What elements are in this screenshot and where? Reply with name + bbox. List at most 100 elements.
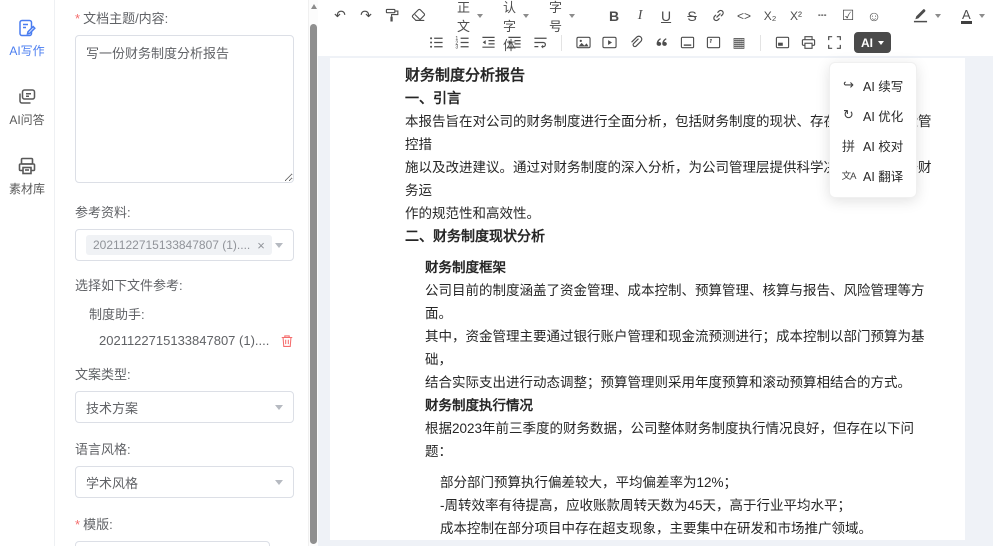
- style-select[interactable]: 学术风格: [75, 466, 294, 498]
- reference-label: 参考资料:: [75, 202, 294, 221]
- ai-proofread-icon: 拼: [841, 136, 856, 155]
- trash-icon[interactable]: [280, 334, 294, 348]
- link-icon[interactable]: [706, 5, 730, 27]
- scrollbar-thumb[interactable]: [310, 24, 317, 544]
- editor-area: ↶↷正文默认字体字号BIUS<>X₂X²┄☑☺A 123▦AI 财务制度分析报告…: [318, 0, 993, 546]
- doc-block-h3: 财务制度框架: [405, 256, 940, 279]
- paragraph-style-select-label: 正文: [457, 0, 470, 35]
- reference-file-chip: 2021122715133847807 (1).... ×: [86, 235, 272, 255]
- sidebar-item-label: 素材库: [9, 180, 45, 197]
- form-panel: *文档主题/内容: 写一份财务制度分析报告 参考资料: 202112271513…: [55, 0, 308, 546]
- inline-code-icon[interactable]: <>: [732, 5, 756, 27]
- scroll-up-icon[interactable]: [310, 4, 318, 9]
- emoji-icon[interactable]: ☺: [862, 5, 886, 27]
- template-label-row: *模版:: [75, 514, 294, 533]
- divider-block-icon[interactable]: [675, 32, 699, 54]
- subscript-icon[interactable]: X₂: [758, 5, 782, 27]
- chip-remove-icon[interactable]: ×: [257, 239, 265, 252]
- font-size-select[interactable]: 字号: [540, 5, 584, 27]
- indent-icon[interactable]: [502, 32, 526, 54]
- menu-item-label: AI 翻译: [863, 166, 903, 185]
- ai-writing-icon: [17, 18, 37, 38]
- format-painter-icon[interactable]: [380, 5, 404, 27]
- chevron-down-icon: [979, 14, 985, 18]
- line-wrap-icon[interactable]: [528, 32, 552, 54]
- app: AI写作 AI问答素材库 *文档主题/内容: 写一份财务制度分析报告 参考资料: …: [0, 0, 993, 546]
- italic-icon[interactable]: I: [628, 5, 652, 27]
- menu-item-label: AI 续写: [863, 76, 903, 95]
- table-icon[interactable]: ▦: [727, 32, 751, 54]
- doc-block-p: 根据2023年前三季度的财务数据，公司整体财务制度执行情况良好，但存在以下问题：: [405, 417, 940, 463]
- menu-item-label: AI 校对: [863, 136, 903, 155]
- svg-text:3: 3: [455, 45, 458, 50]
- ordered-list-icon[interactable]: 123: [450, 32, 474, 54]
- topic-label-row: *文档主题/内容:: [75, 8, 294, 27]
- required-mark: *: [75, 11, 80, 26]
- material-library-icon: [17, 156, 37, 176]
- required-mark: *: [75, 517, 80, 532]
- undo-icon[interactable]: ↶: [328, 5, 352, 27]
- underline-icon[interactable]: U: [654, 5, 678, 27]
- nav-rail: AI写作 AI问答素材库: [0, 0, 55, 546]
- topic-label: 文档主题/内容:: [83, 11, 168, 26]
- image-icon[interactable]: [571, 32, 595, 54]
- style-value: 学术风格: [86, 473, 138, 492]
- attachment-icon[interactable]: [623, 32, 647, 54]
- video-icon[interactable]: [597, 32, 621, 54]
- doc-block-h2: 二、财务制度现状分析: [405, 225, 940, 248]
- menu-item-ai-proofread[interactable]: 拼 AI 校对: [830, 130, 916, 160]
- sidebar-item-ai-qa[interactable]: AI问答: [9, 87, 44, 128]
- font-color-select[interactable]: A: [952, 5, 993, 27]
- template-label: 模版:: [83, 517, 113, 532]
- blockquote-icon[interactable]: [649, 32, 673, 54]
- reference-select[interactable]: 2021122715133847807 (1).... ×: [75, 229, 294, 261]
- embed-icon[interactable]: [770, 32, 794, 54]
- ai-qa-icon: [17, 87, 37, 107]
- style-label: 语言风格:: [75, 439, 294, 458]
- file-select-label: 选择如下文件参考:: [75, 275, 294, 294]
- chevron-down-icon: [275, 480, 283, 485]
- menu-item-ai-continue[interactable]: ↪AI 续写: [830, 70, 916, 100]
- chevron-down-icon: [878, 41, 884, 45]
- sidebar-item-material-library[interactable]: 素材库: [9, 156, 45, 197]
- template-select[interactable]: 通用模板 ✓: [75, 541, 270, 546]
- task-list-icon[interactable]: ☑: [836, 5, 860, 27]
- sidebar-item-label: AI问答: [9, 111, 44, 128]
- strikethrough-icon[interactable]: S: [680, 5, 704, 27]
- doc-block-h3: 财务制度执行情况: [405, 394, 940, 417]
- ai-menu-button[interactable]: AI: [854, 32, 891, 53]
- toolbar-divider: [760, 35, 761, 51]
- bold-icon[interactable]: B: [602, 5, 626, 27]
- fullscreen-icon[interactable]: [822, 32, 846, 54]
- panel-scrollbar[interactable]: [308, 0, 318, 546]
- topic-textarea[interactable]: 写一份财务制度分析报告: [75, 35, 294, 183]
- sidebar-item-ai-writing[interactable]: AI写作: [9, 18, 44, 59]
- editor-toolbar: ↶↷正文默认字体字号BIUS<>X₂X²┄☑☺A 123▦AI: [318, 0, 993, 56]
- doc-block-p: -周转效率有待提高，应收账款周转天数为45天，高于行业平均水平；: [405, 494, 940, 517]
- toolbar-row-1: ↶↷正文默认字体字号BIUS<>X₂X²┄☑☺A: [328, 2, 987, 29]
- menu-item-ai-optimize[interactable]: ↻AI 优化: [830, 100, 916, 130]
- superscript-icon[interactable]: X²: [784, 5, 808, 27]
- redo-icon[interactable]: ↷: [354, 5, 378, 27]
- doc-block-p: 部分部门预算执行偏差较大，平均偏差率为12%；: [405, 471, 940, 494]
- doc-block-p: 成本控制在部分项目中存在超支现象，主要集中在研发和市场推广领域。: [405, 517, 940, 540]
- eraser-icon[interactable]: [406, 5, 430, 27]
- menu-item-ai-translate[interactable]: 文AAI 翻译: [830, 160, 916, 190]
- ai-dropdown-menu: ↪AI 续写↻AI 优化拼 AI 校对文AAI 翻译: [829, 62, 917, 198]
- outdent-icon[interactable]: [476, 32, 500, 54]
- print-icon[interactable]: [796, 32, 820, 54]
- paragraph-style-select[interactable]: 正文: [448, 5, 492, 27]
- chevron-down-icon: [523, 14, 529, 18]
- file-reference-block: 选择如下文件参考: 制度助手: 2021122715133847807 (1).…: [75, 275, 294, 348]
- highlight-pen-icon: [913, 8, 928, 23]
- bullet-list-icon[interactable]: [424, 32, 448, 54]
- doc-type-select[interactable]: 技术方案: [75, 391, 294, 423]
- highlight-color-select[interactable]: [904, 5, 950, 27]
- chevron-down-icon: [569, 14, 575, 18]
- horizontal-rule-icon[interactable]: ┄: [810, 5, 834, 27]
- toolbar-row-2: 123 ▦ AI: [328, 29, 987, 56]
- font-family-select[interactable]: 默认字体: [494, 5, 538, 27]
- code-block-icon[interactable]: [701, 32, 725, 54]
- chevron-down-icon: [477, 14, 483, 18]
- ai-optimize-icon: ↻: [841, 107, 856, 123]
